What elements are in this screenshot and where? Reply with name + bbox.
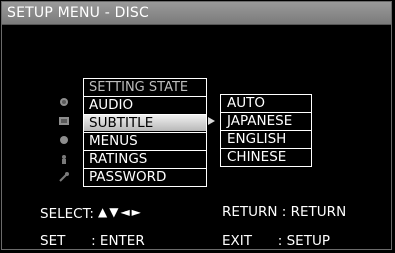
option-label: CHINESE: [227, 149, 287, 165]
menu-item-label: SUBTITLE: [89, 115, 154, 131]
menu-item-label: RATINGS: [89, 151, 148, 167]
subtitle-icon: [59, 117, 69, 125]
menu-item-subtitle[interactable]: SUBTITLE: [84, 114, 206, 131]
option-label: ENGLISH: [227, 131, 287, 147]
submenu-pointer-icon: [208, 117, 215, 125]
exit-hint: EXIT : SETUP: [222, 233, 330, 249]
set-hint: SET : ENTER: [40, 233, 145, 249]
subtitle-options-menu: AUTO JAPANESE ENGLISH CHINESE: [220, 94, 312, 167]
select-hint-label: SELECT:: [40, 206, 94, 222]
return-hint: RETURN : RETURN: [222, 204, 347, 220]
speaker-icon: [60, 98, 68, 106]
option-chinese[interactable]: CHINESE: [221, 149, 311, 167]
menu-item-menus[interactable]: MENUS: [84, 132, 206, 149]
option-english[interactable]: ENGLISH: [221, 131, 311, 149]
option-japanese[interactable]: JAPANESE: [221, 113, 311, 131]
menu-item-ratings[interactable]: RATINGS: [84, 150, 206, 167]
menu-item-password[interactable]: PASSWORD: [84, 168, 206, 185]
disc-menu-icon: [60, 136, 68, 144]
menu-item-label: AUDIO: [89, 97, 134, 113]
arrow-keys-icon: ▲▼◄►: [98, 205, 143, 219]
option-auto[interactable]: AUTO: [221, 95, 311, 113]
menu-header: SETTING STATE: [89, 80, 189, 95]
menu-item-audio[interactable]: AUDIO: [84, 96, 206, 113]
ratings-icon: [62, 155, 66, 164]
settings-menu: SETTING STATE AUDIO SUBTITLE MENUS RATIN…: [83, 78, 207, 187]
page-title: SETUP MENU - DISC: [7, 5, 149, 21]
title-bar: SETUP MENU - DISC: [2, 2, 391, 25]
key-icon: [59, 172, 69, 182]
option-label: JAPANESE: [227, 113, 293, 129]
option-label: AUTO: [227, 95, 265, 111]
menu-item-label: MENUS: [89, 133, 138, 149]
menu-item-label: PASSWORD: [89, 169, 167, 185]
